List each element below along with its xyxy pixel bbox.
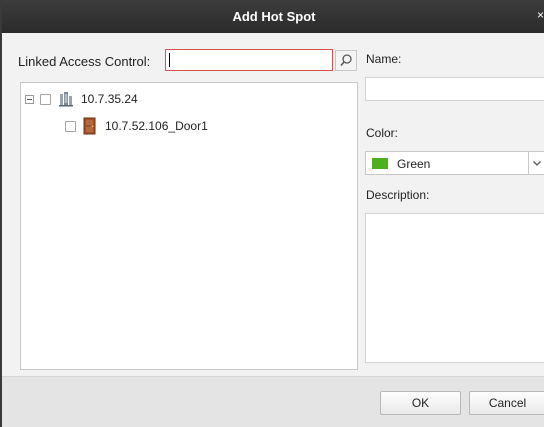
color-value: Green	[397, 157, 431, 171]
name-input[interactable]	[365, 77, 544, 101]
tree-node-label: 10.7.35.24	[81, 92, 138, 106]
cancel-button[interactable]: Cancel	[469, 391, 544, 415]
color-dropdown[interactable]: Green	[365, 151, 544, 175]
add-hot-spot-dialog: Add Hot Spot × Linked Access Control: 10…	[0, 0, 544, 427]
color-swatch	[372, 158, 388, 169]
close-icon[interactable]: ×	[537, 8, 544, 22]
description-textarea[interactable]	[365, 213, 544, 363]
ok-button[interactable]: OK	[380, 391, 461, 415]
tree-node-label: 10.7.52.106_Door1	[105, 119, 208, 133]
collapse-toggle-icon[interactable]	[25, 94, 34, 104]
text-cursor	[169, 53, 170, 67]
tree-node-checkbox[interactable]	[65, 120, 76, 132]
linked-access-control-label: Linked Access Control:	[18, 54, 151, 69]
search-icon	[340, 54, 352, 66]
linked-access-control-input[interactable]	[165, 49, 333, 71]
dialog-footer	[2, 377, 544, 427]
search-button[interactable]	[335, 50, 357, 71]
color-label: Color:	[366, 126, 399, 140]
access-control-tree[interactable]: 10.7.35.24 10.7.52.106_Door1	[20, 82, 358, 370]
tree-node-checkbox[interactable]	[40, 93, 51, 105]
description-label: Description:	[366, 188, 430, 202]
dropdown-arrow[interactable]	[528, 152, 544, 174]
access-controller-icon	[59, 92, 73, 107]
tree-node-root[interactable]: 10.7.35.24	[25, 91, 138, 107]
title-bar[interactable]: Add Hot Spot ×	[2, 0, 544, 33]
dialog-title: Add Hot Spot	[232, 9, 316, 24]
door-icon	[83, 117, 96, 135]
name-label: Name:	[366, 52, 402, 66]
chevron-down-icon	[533, 161, 541, 166]
tree-node-door[interactable]: 10.7.52.106_Door1	[65, 117, 208, 135]
